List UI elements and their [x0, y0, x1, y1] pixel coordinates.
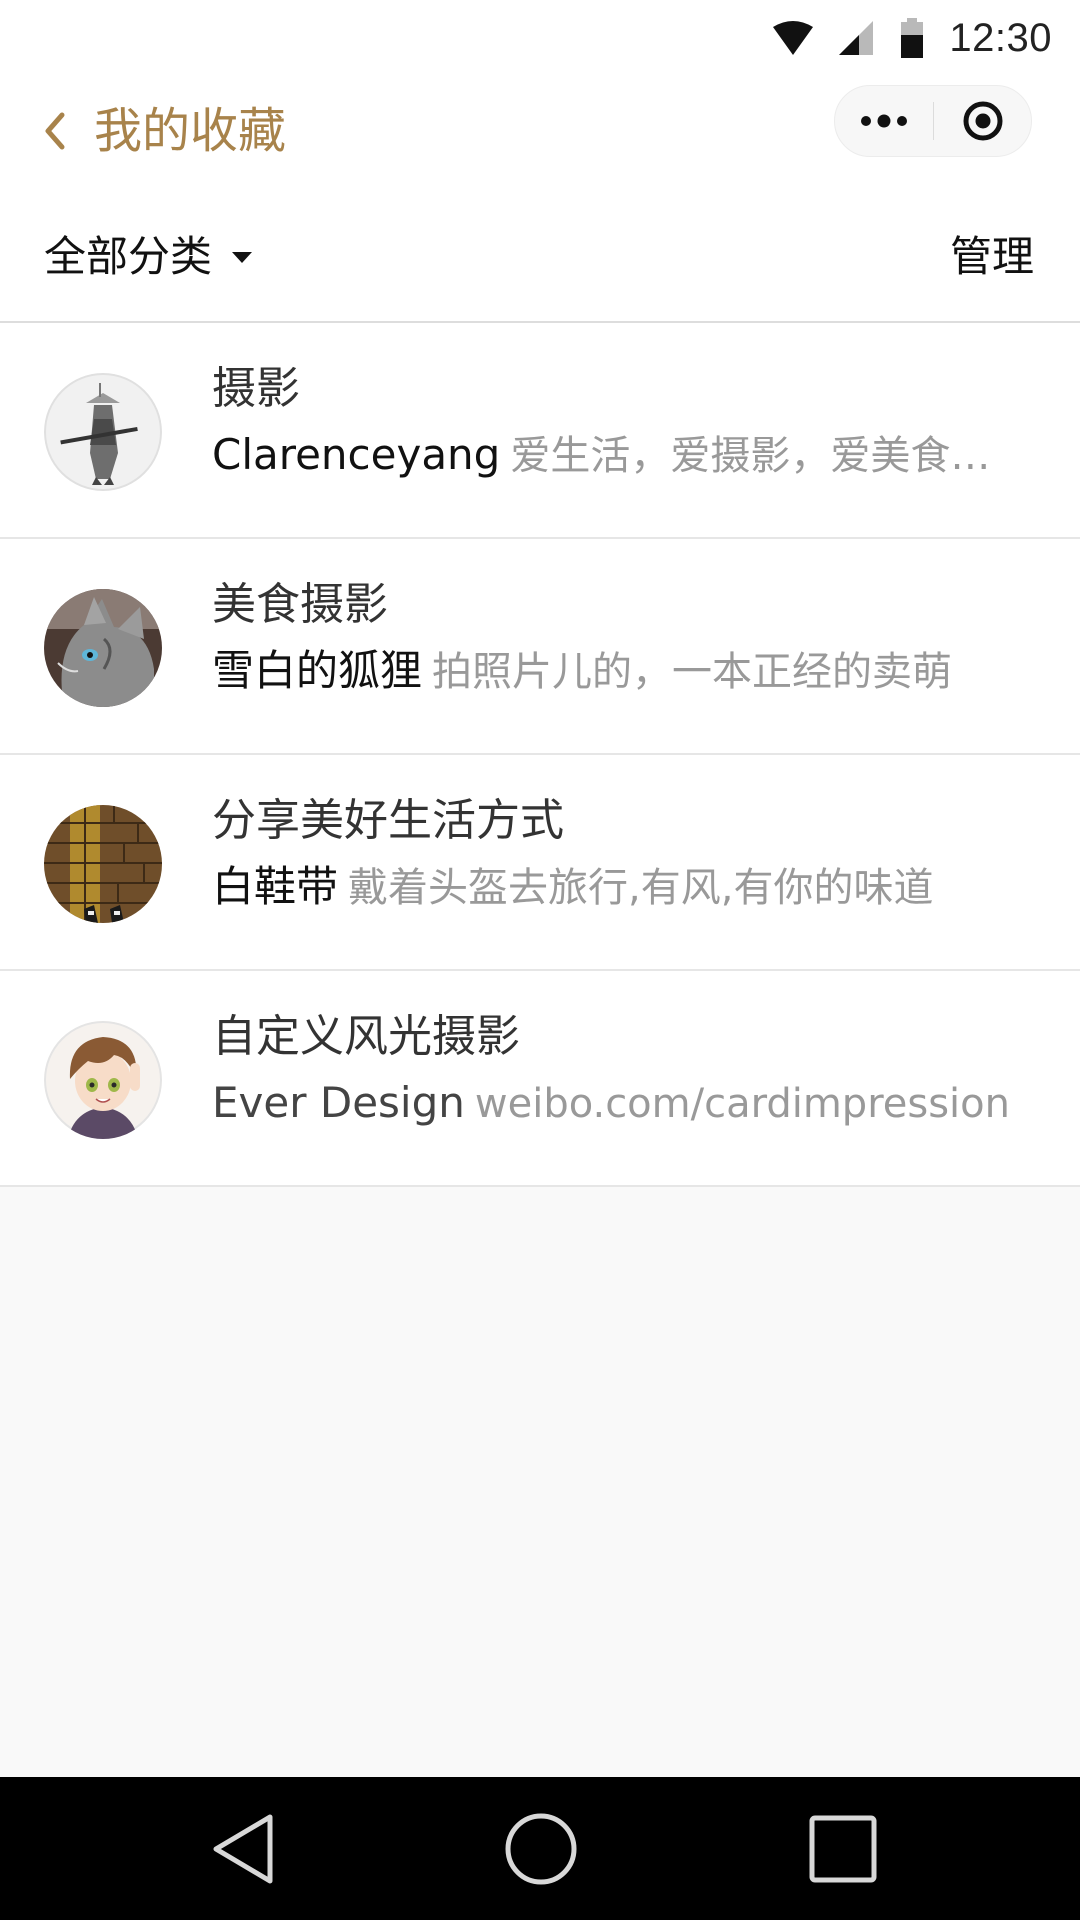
- favorite-title: 摄影: [212, 363, 300, 414]
- favorite-description: weibo.com/cardimpression: [474, 1081, 1010, 1127]
- cell-signal-icon: [839, 21, 874, 55]
- favorite-subtitle: Ever Design weibo.com/cardimpression: [212, 1077, 1032, 1130]
- nav-recents-icon: [809, 1815, 877, 1883]
- status-icons: 12:30: [773, 12, 1052, 64]
- mini-program-capsule: [834, 85, 1032, 157]
- favorite-text: 分享美好生活方式 白鞋带 戴着头盔去旅行,有风,有你的味道: [212, 793, 1032, 914]
- favorite-description: 戴着头盔去旅行,有风,有你的味道: [348, 865, 934, 911]
- nav-back-icon: [213, 1814, 273, 1884]
- more-dots-icon: [861, 114, 907, 128]
- category-dropdown[interactable]: 全部分类: [44, 231, 253, 283]
- chevron-left-icon: [45, 112, 65, 150]
- battery-icon: [901, 18, 924, 58]
- title-bar: 我的收藏: [0, 75, 1080, 187]
- status-time: 12:30: [949, 15, 1052, 60]
- category-label: 全部分类: [44, 232, 213, 281]
- wifi-icon: [773, 21, 814, 55]
- favorite-title: 分享美好生活方式: [212, 795, 564, 846]
- anime-boy-avatar: [44, 1021, 162, 1139]
- status-bar: 12:30: [0, 0, 1080, 75]
- manage-button[interactable]: 管理: [950, 231, 1034, 283]
- favorite-description: 拍照片儿的，一本正经的卖萌: [432, 649, 953, 695]
- nav-back-button[interactable]: [193, 1799, 293, 1899]
- favorite-subtitle: 白鞋带 戴着头盔去旅行,有风,有你的味道: [212, 861, 1032, 914]
- favorite-author: 白鞋带: [212, 862, 339, 911]
- bricks-shoes-avatar: [44, 805, 162, 923]
- nav-recents-button[interactable]: [793, 1799, 893, 1899]
- nav-home-icon: [505, 1813, 577, 1885]
- favorite-subtitle: 雪白的狐狸 拍照片儿的，一本正经的卖萌: [212, 645, 1032, 698]
- favorite-subtitle: Clarenceyang 爱生活，爱摄影，爱美食…: [212, 429, 1032, 482]
- cat-avatar: [44, 589, 162, 707]
- favorite-author: Ever Design: [212, 1078, 465, 1127]
- nav-home-button[interactable]: [491, 1799, 591, 1899]
- close-mini-program-button[interactable]: [934, 86, 1031, 156]
- favorite-text: 自定义风光摄影 Ever Design weibo.com/cardimpress…: [212, 1009, 1032, 1130]
- favorites-list: 摄影 Clarenceyang 爱生活，爱摄影，爱美食… 美食摄影 雪白的狐狸 …: [0, 323, 1080, 1187]
- back-button[interactable]: [26, 103, 82, 159]
- favorite-item[interactable]: 分享美好生活方式 白鞋带 戴着头盔去旅行,有风,有你的味道: [0, 755, 1080, 971]
- favorite-text: 美食摄影 雪白的狐狸 拍照片儿的，一本正经的卖萌: [212, 577, 1032, 698]
- caret-down-icon: [232, 251, 253, 263]
- filter-bar: 全部分类 管理: [0, 187, 1080, 323]
- favorite-item[interactable]: 摄影 Clarenceyang 爱生活，爱摄影，爱美食…: [0, 323, 1080, 539]
- favorite-text: 摄影 Clarenceyang 爱生活，爱摄影，爱美食…: [212, 361, 1032, 482]
- favorite-author: Clarenceyang: [212, 430, 501, 479]
- favorite-author: 雪白的狐狸: [212, 646, 423, 695]
- favorite-item[interactable]: 自定义风光摄影 Ever Design weibo.com/cardimpress…: [0, 971, 1080, 1187]
- close-target-icon: [963, 101, 1002, 141]
- page-title: 我的收藏: [94, 103, 287, 159]
- navigation-bar: [0, 1777, 1080, 1920]
- favorite-title: 自定义风光摄影: [212, 1011, 520, 1062]
- favorite-title: 美食摄影: [212, 579, 388, 630]
- more-button[interactable]: [835, 86, 933, 156]
- samurai-avatar: [44, 373, 162, 491]
- favorite-item[interactable]: 美食摄影 雪白的狐狸 拍照片儿的，一本正经的卖萌: [0, 539, 1080, 755]
- favorite-description: 爱生活，爱摄影，爱美食…: [510, 433, 991, 479]
